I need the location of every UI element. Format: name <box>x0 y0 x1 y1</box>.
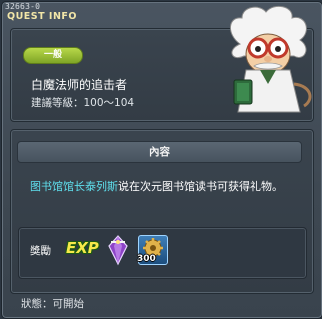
npc-scientist-portrait <box>230 5 312 113</box>
window-title: QUEST INFO <box>7 11 77 22</box>
quest-status: 狀態：可開始 <box>21 296 84 311</box>
npc-name-link[interactable]: 图书馆馆长泰列斯 <box>30 180 118 193</box>
status-value: 可開始 <box>52 298 85 310</box>
item-count: 300 <box>137 254 156 264</box>
quest-name: 白魔法师的追击者 <box>31 78 128 92</box>
status-label: 狀態： <box>21 298 53 310</box>
quest-info-window: 32663-0 QUEST INFO 一般 白魔法师的追击者 建議等級：100～… <box>1 1 322 319</box>
reward-label: 獎勵 <box>30 245 51 257</box>
level-value: 100～104 <box>83 97 135 109</box>
gem-reward-icon[interactable] <box>105 234 131 266</box>
description-text: 说在次元图书馆读书可获得礼物。 <box>118 180 283 193</box>
quest-id: 32663-0 <box>5 2 41 11</box>
exp-reward-icon: EXP <box>66 239 99 257</box>
recommended-level: 建議等級：100～104 <box>31 95 134 110</box>
quest-description: 图书馆馆长泰列斯说在次元图书馆读书可获得礼物。 <box>30 178 302 196</box>
level-label: 建議等級： <box>31 97 84 109</box>
quest-type-badge: 一般 <box>23 47 83 64</box>
content-header: 內容 <box>17 141 302 163</box>
